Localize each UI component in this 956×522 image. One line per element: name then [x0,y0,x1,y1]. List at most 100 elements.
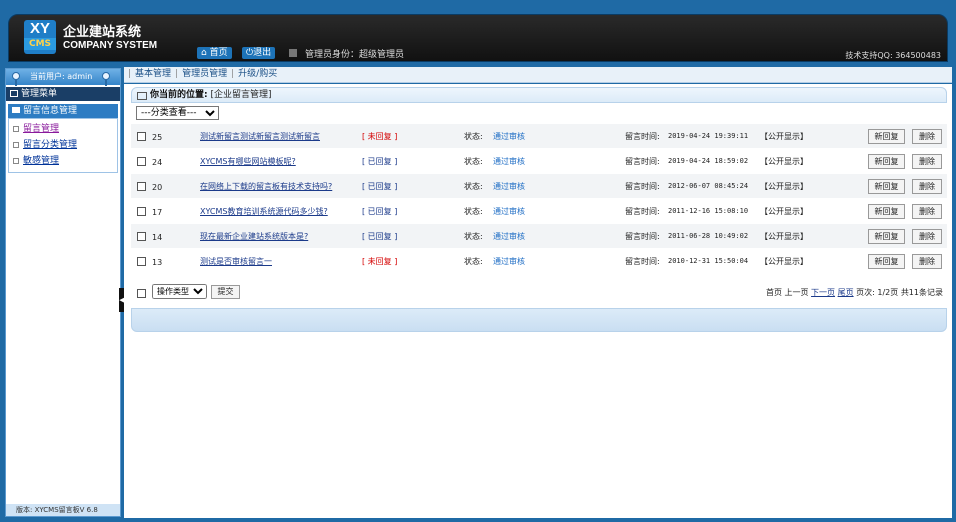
row-checkbox[interactable] [137,257,146,266]
pin-icon [12,72,20,86]
reply-status: [ 已回复 ] [362,157,398,166]
time-label: 留言时间: [625,232,660,241]
reply-button[interactable]: 新回复 [868,254,905,269]
row-id: 24 [152,158,163,167]
page-info: 页次: 1/2页 [856,288,899,297]
review-status[interactable]: 通过审核 [493,181,525,192]
row-checkbox[interactable] [137,157,146,166]
home-label: 首页 [209,48,228,58]
reply-button[interactable]: 新回复 [868,129,905,144]
table-row: 14 现在最新企业建站系统版本是? [ 已回复 ] 状态: 通过审核 留言时间:… [131,224,947,249]
row-checkbox[interactable] [137,182,146,191]
status-label: 状态: [464,132,483,141]
logo-top-text: XY [29,20,50,37]
message-time: 2012-06-07 08:45:24 [668,182,749,190]
tab-basic[interactable]: 基本管理 [131,69,175,79]
grid-icon [10,90,18,97]
delete-button[interactable]: 删除 [912,154,942,169]
table-row: 20 在网络上下载的留言板有技术支持吗? [ 已回复 ] 状态: 通过审核 留言… [131,174,947,199]
visibility-status: 【公开显示】 [760,232,808,241]
version-label: 版本: XYCMS留言板V 6.8 [6,504,120,516]
status-label: 状态: [464,257,483,266]
tab-admin[interactable]: 管理员管理 [178,69,231,79]
sidebar-item-category-manage[interactable]: 留言分类管理 [9,137,117,153]
message-title-link[interactable]: 在网络上下载的留言板有技术支持吗? [200,181,332,192]
sidebar-item-label: 留言分类管理 [23,140,78,150]
status-label: 状态: [464,157,483,166]
visibility-status: 【公开显示】 [760,132,808,141]
delete-button[interactable]: 删除 [912,204,942,219]
reply-button[interactable]: 新回复 [868,154,905,169]
pagination: 首页 上一页 下一页 尾页 页次: 1/2页 共11条记录 [766,287,943,298]
review-status[interactable]: 通过审核 [493,131,525,142]
logout-label: 退出 [253,48,272,58]
reply-button[interactable]: 新回复 [868,179,905,194]
doc-icon [13,142,19,148]
top-nav: | 基本管理 | 管理员管理 | 升级/购买 [124,67,952,83]
breadcrumb: 你当前的位置: [企业留言管理] [131,87,947,103]
message-list: 25 测试新留言测试新留言测试新留言 [ 未回复 ] 状态: 通过审核 留言时间… [131,124,947,274]
header: XY CMS 企业建站系统 COMPANY SYSTEM ⌂ 首页 ⏻退出 管理… [0,0,956,66]
logout-button[interactable]: ⏻退出 [242,47,276,59]
message-time: 2011-06-28 10:49:02 [668,232,749,240]
first-page-link[interactable]: 首页 [766,288,782,297]
operation-type-select[interactable]: 操作类型 [152,284,207,299]
reply-button[interactable]: 新回复 [868,229,905,244]
brand-subtitle: COMPANY SYSTEM [63,40,158,51]
doc-icon [13,158,19,164]
select-all-checkbox[interactable] [137,289,146,298]
delete-button[interactable]: 删除 [912,254,942,269]
reply-status: [ 已回复 ] [362,207,398,216]
folder-icon [12,107,20,113]
admin-icon [289,49,297,57]
message-time: 2019-04-24 19:39:11 [668,132,749,140]
row-checkbox[interactable] [137,232,146,241]
sidebar-item-sensitive-manage[interactable]: 敏感管理 [9,153,117,169]
message-title-link[interactable]: 测试是否审核留言一 [200,256,272,267]
message-title-link[interactable]: XYCMS有哪些网站模板呢? [200,156,296,167]
visibility-status: 【公开显示】 [760,157,808,166]
tab-upgrade[interactable]: 升级/购买 [234,69,281,79]
message-time: 2019-04-24 18:59:02 [668,157,749,165]
delete-button[interactable]: 删除 [912,129,942,144]
menu-items: 留言管理 留言分类管理 敏感管理 [8,118,118,173]
message-title-link[interactable]: 现在最新企业建站系统版本是? [200,231,308,242]
table-row: 25 测试新留言测试新留言测试新留言 [ 未回复 ] 状态: 通过审核 留言时间… [131,124,947,149]
row-id: 17 [152,208,163,217]
message-title-link[interactable]: 测试新留言测试新留言测试新留言 [200,131,320,142]
message-title-link[interactable]: XYCMS教育培训系统源代码多少钱? [200,206,328,217]
pin-icon [102,72,110,86]
time-label: 留言时间: [625,132,660,141]
logo-bottom-text: CMS [24,38,56,50]
reply-button[interactable]: 新回复 [868,204,905,219]
row-checkbox[interactable] [137,132,146,141]
review-status[interactable]: 通过审核 [493,156,525,167]
category-filter-select[interactable]: ---分类查看--- [136,106,219,120]
prev-page-link[interactable]: 上一页 [785,288,809,297]
breadcrumb-value: [企业留言管理] [210,90,272,100]
submit-button[interactable]: 提交 [211,285,240,299]
delete-button[interactable]: 删除 [912,179,942,194]
home-button[interactable]: ⌂ 首页 [197,47,232,59]
row-id: 13 [152,258,163,267]
list-footer: 操作类型 提交 首页 上一页 下一页 尾页 页次: 1/2页 共11条记录 [131,280,947,306]
current-user: 当前用户: admin [30,72,93,81]
sidebar-item-message-manage[interactable]: 留言管理 [9,121,117,137]
row-id: 14 [152,233,163,242]
reply-status: [ 未回复 ] [362,257,398,266]
delete-button[interactable]: 删除 [912,229,942,244]
row-checkbox[interactable] [137,207,146,216]
last-page-link[interactable]: 尾页 [838,288,854,297]
next-page-link[interactable]: 下一页 [811,288,835,297]
message-time: 2010-12-31 15:50:04 [668,257,749,265]
status-label: 状态: [464,232,483,241]
breadcrumb-label: 你当前的位置: [150,90,208,100]
review-status[interactable]: 通过审核 [493,256,525,267]
review-status[interactable]: 通过审核 [493,206,525,217]
visibility-status: 【公开显示】 [760,182,808,191]
review-status[interactable]: 通过审核 [493,231,525,242]
reply-status: [ 已回复 ] [362,182,398,191]
table-row: 13 测试是否审核留言一 [ 未回复 ] 状态: 通过审核 留言时间: 2010… [131,249,947,274]
logo: XY CMS [24,20,56,54]
menu-group-message[interactable]: 留言信息管理 [8,104,118,118]
